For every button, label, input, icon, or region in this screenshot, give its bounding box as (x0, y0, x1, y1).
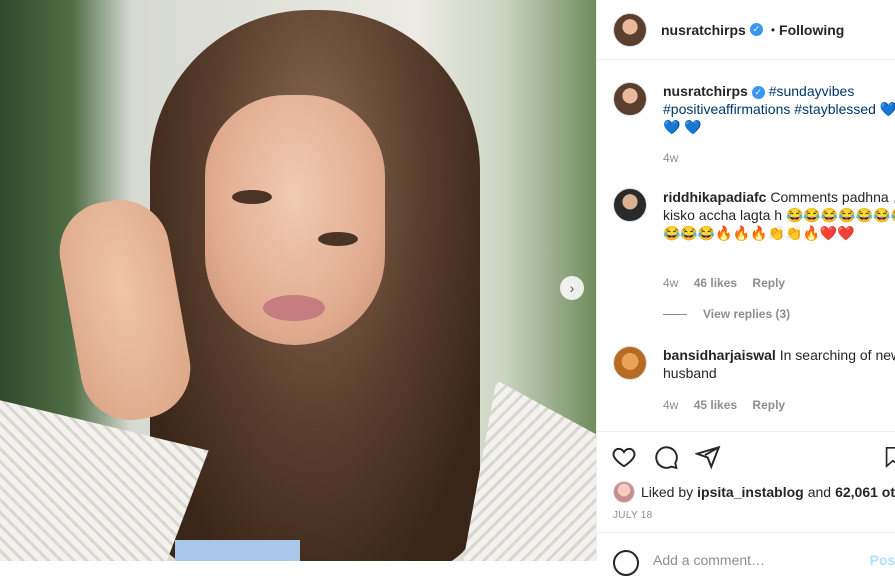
photo-lips (263, 295, 325, 321)
comment-text: riddhikapadiafc Comments padhna kisko ac… (663, 188, 895, 242)
post-header: nusratchirps ✓ • Following (597, 0, 895, 60)
caption-time[interactable]: 4w (663, 151, 678, 165)
post-actions: Liked by ipsita_instablog and 62,061 oth… (597, 431, 895, 576)
avatar[interactable] (613, 188, 647, 222)
comment-meta: 4w 45 likes Reply (663, 398, 797, 412)
liked-by: Liked by ipsita_instablog and 62,061 oth… (613, 481, 895, 503)
replies-line (663, 313, 687, 315)
post-date[interactable]: JULY 18 (613, 510, 653, 521)
avatar[interactable] (613, 12, 647, 47)
heart-icon[interactable] (611, 444, 637, 470)
reply-button[interactable]: Reply (752, 276, 785, 290)
comment-text: bansidharjaiswal In searching of new hus… (663, 346, 895, 382)
liked-by-user[interactable]: ipsita_instablog (697, 484, 804, 500)
comment-username[interactable]: riddhikapadiafc (663, 189, 766, 205)
comment-likes[interactable]: 46 likes (694, 276, 737, 290)
post-photo[interactable]: › (0, 0, 596, 561)
photo-eye-right (318, 232, 358, 246)
comment-input[interactable]: Add a comment… (653, 552, 765, 568)
comment-item: bansidharjaiswal In searching of new hus… (613, 346, 895, 382)
verified-icon: ✓ (751, 86, 765, 99)
header-username[interactable]: nusratchirps (661, 22, 746, 38)
reply-button[interactable]: Reply (752, 398, 785, 412)
photo-blue-top (175, 540, 300, 561)
emoji-icon[interactable] (613, 550, 639, 576)
comment-username[interactable]: bansidharjaiswal (663, 347, 776, 363)
view-replies[interactable]: View replies (3) (663, 307, 790, 321)
post-button[interactable]: Post (870, 552, 895, 568)
avatar[interactable] (613, 346, 647, 380)
separator-dot: • (770, 22, 776, 37)
caption-text: nusratchirps ✓ #sundayvibes #positiveaffi… (663, 82, 895, 136)
comment-time[interactable]: 4w (663, 276, 678, 290)
post-sidebar: nusratchirps ✓ • Following nusratchirps ✓… (596, 0, 895, 576)
liked-by-prefix: Liked by (641, 484, 694, 500)
share-icon[interactable] (695, 444, 721, 470)
comment-icon[interactable] (653, 444, 679, 470)
caption-username[interactable]: nusratchirps (663, 83, 748, 99)
comment-meta: 4w 46 likes Reply (663, 276, 797, 290)
avatar[interactable] (613, 481, 635, 503)
liked-by-others[interactable]: 62,061 others (835, 484, 895, 500)
caption-meta: 4w (663, 151, 690, 165)
following-button[interactable]: Following (779, 22, 844, 38)
comment-bar: Add a comment… Post (597, 532, 895, 576)
comment-likes[interactable]: 45 likes (694, 398, 737, 412)
verified-icon: ✓ (749, 23, 763, 36)
liked-by-and: and (807, 484, 832, 500)
view-replies-label[interactable]: View replies (3) (703, 307, 790, 321)
comment-time[interactable]: 4w (663, 398, 678, 412)
caption: nusratchirps ✓ #sundayvibes #positiveaffi… (613, 82, 895, 136)
photo-eye-left (232, 190, 272, 204)
bookmark-icon[interactable] (882, 444, 895, 470)
comment-item: riddhikapadiafc Comments padhna kisko ac… (613, 188, 895, 242)
chevron-right-icon[interactable]: › (560, 276, 584, 300)
avatar[interactable] (613, 82, 647, 116)
